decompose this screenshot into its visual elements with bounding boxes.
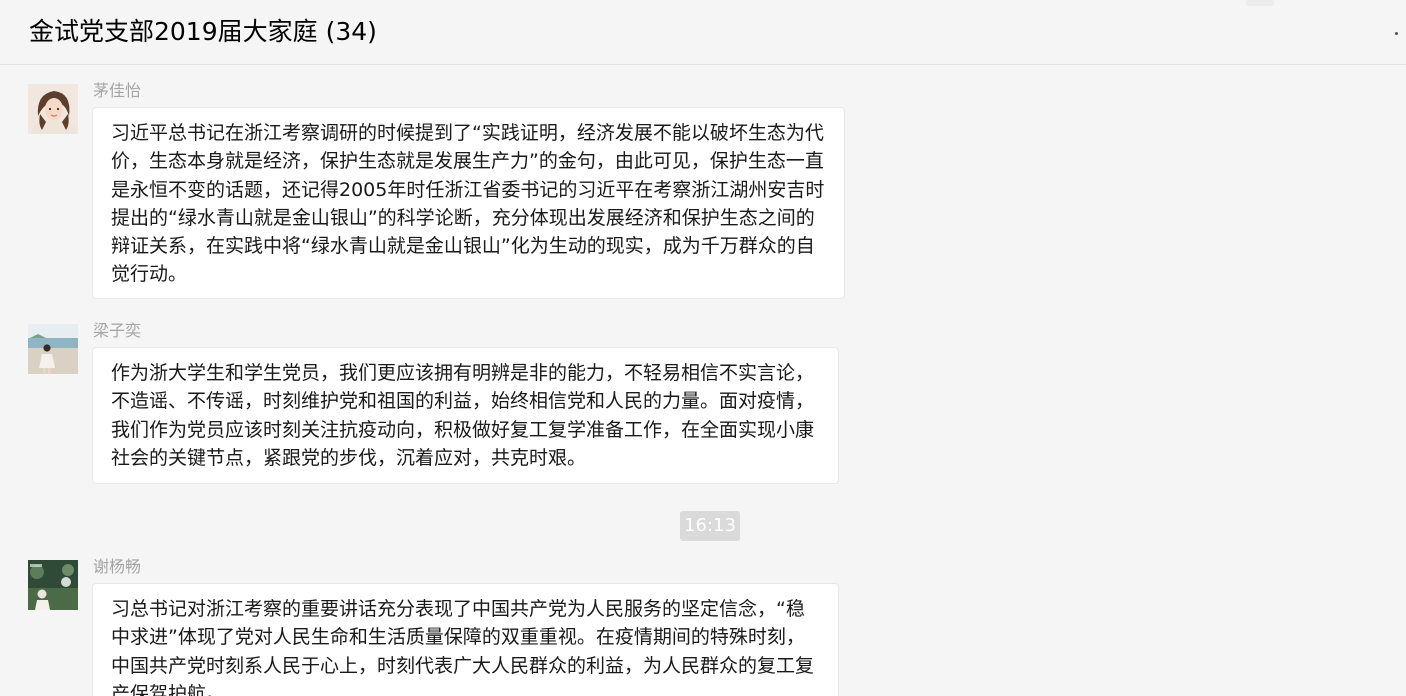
chat-title: 金试党支部2019届大家庭 (34) xyxy=(29,17,377,46)
timestamp-chip: 16:13 xyxy=(680,511,740,541)
avatar[interactable] xyxy=(28,560,78,610)
message-bubble[interactable]: 习近平总书记在浙江考察调研的时候提到了“实践证明，经济发展不能以破坏生态为代价，… xyxy=(92,107,845,299)
window-control-stub[interactable] xyxy=(1246,0,1274,6)
message-bubble[interactable]: 作为浙大学生和学生党员，我们更应该拥有明辨是非的能力，不轻易相信不实言论，不造谣… xyxy=(92,347,839,484)
message-bubble[interactable]: 习总书记对浙江考察的重要讲话充分表现了中国共产党为人民服务的坚定信念，“稳中求进… xyxy=(92,583,839,696)
sender-name: 梁子奕 xyxy=(93,321,142,340)
more-dots-icon[interactable] xyxy=(1395,32,1398,35)
chat-header: 金试党支部2019届大家庭 (34) xyxy=(0,0,1406,65)
message-text: 习总书记对浙江考察的重要讲话充分表现了中国共产党为人民服务的坚定信念，“稳中求进… xyxy=(111,598,815,696)
message-text: 习近平总书记在浙江考察调研的时候提到了“实践证明，经济发展不能以破坏生态为代价，… xyxy=(111,122,825,286)
avatar[interactable] xyxy=(28,84,78,134)
message-list[interactable]: 茅佳怡 习近平总书记在浙江考察调研的时候提到了“实践证明，经济发展不能以破坏生态… xyxy=(0,65,1406,696)
message-text: 作为浙大学生和学生党员，我们更应该拥有明辨是非的能力，不轻易相信不实言论，不造谣… xyxy=(111,362,815,469)
sender-name: 谢杨畅 xyxy=(93,557,142,576)
avatar[interactable] xyxy=(28,324,78,374)
sender-name: 茅佳怡 xyxy=(93,81,142,100)
